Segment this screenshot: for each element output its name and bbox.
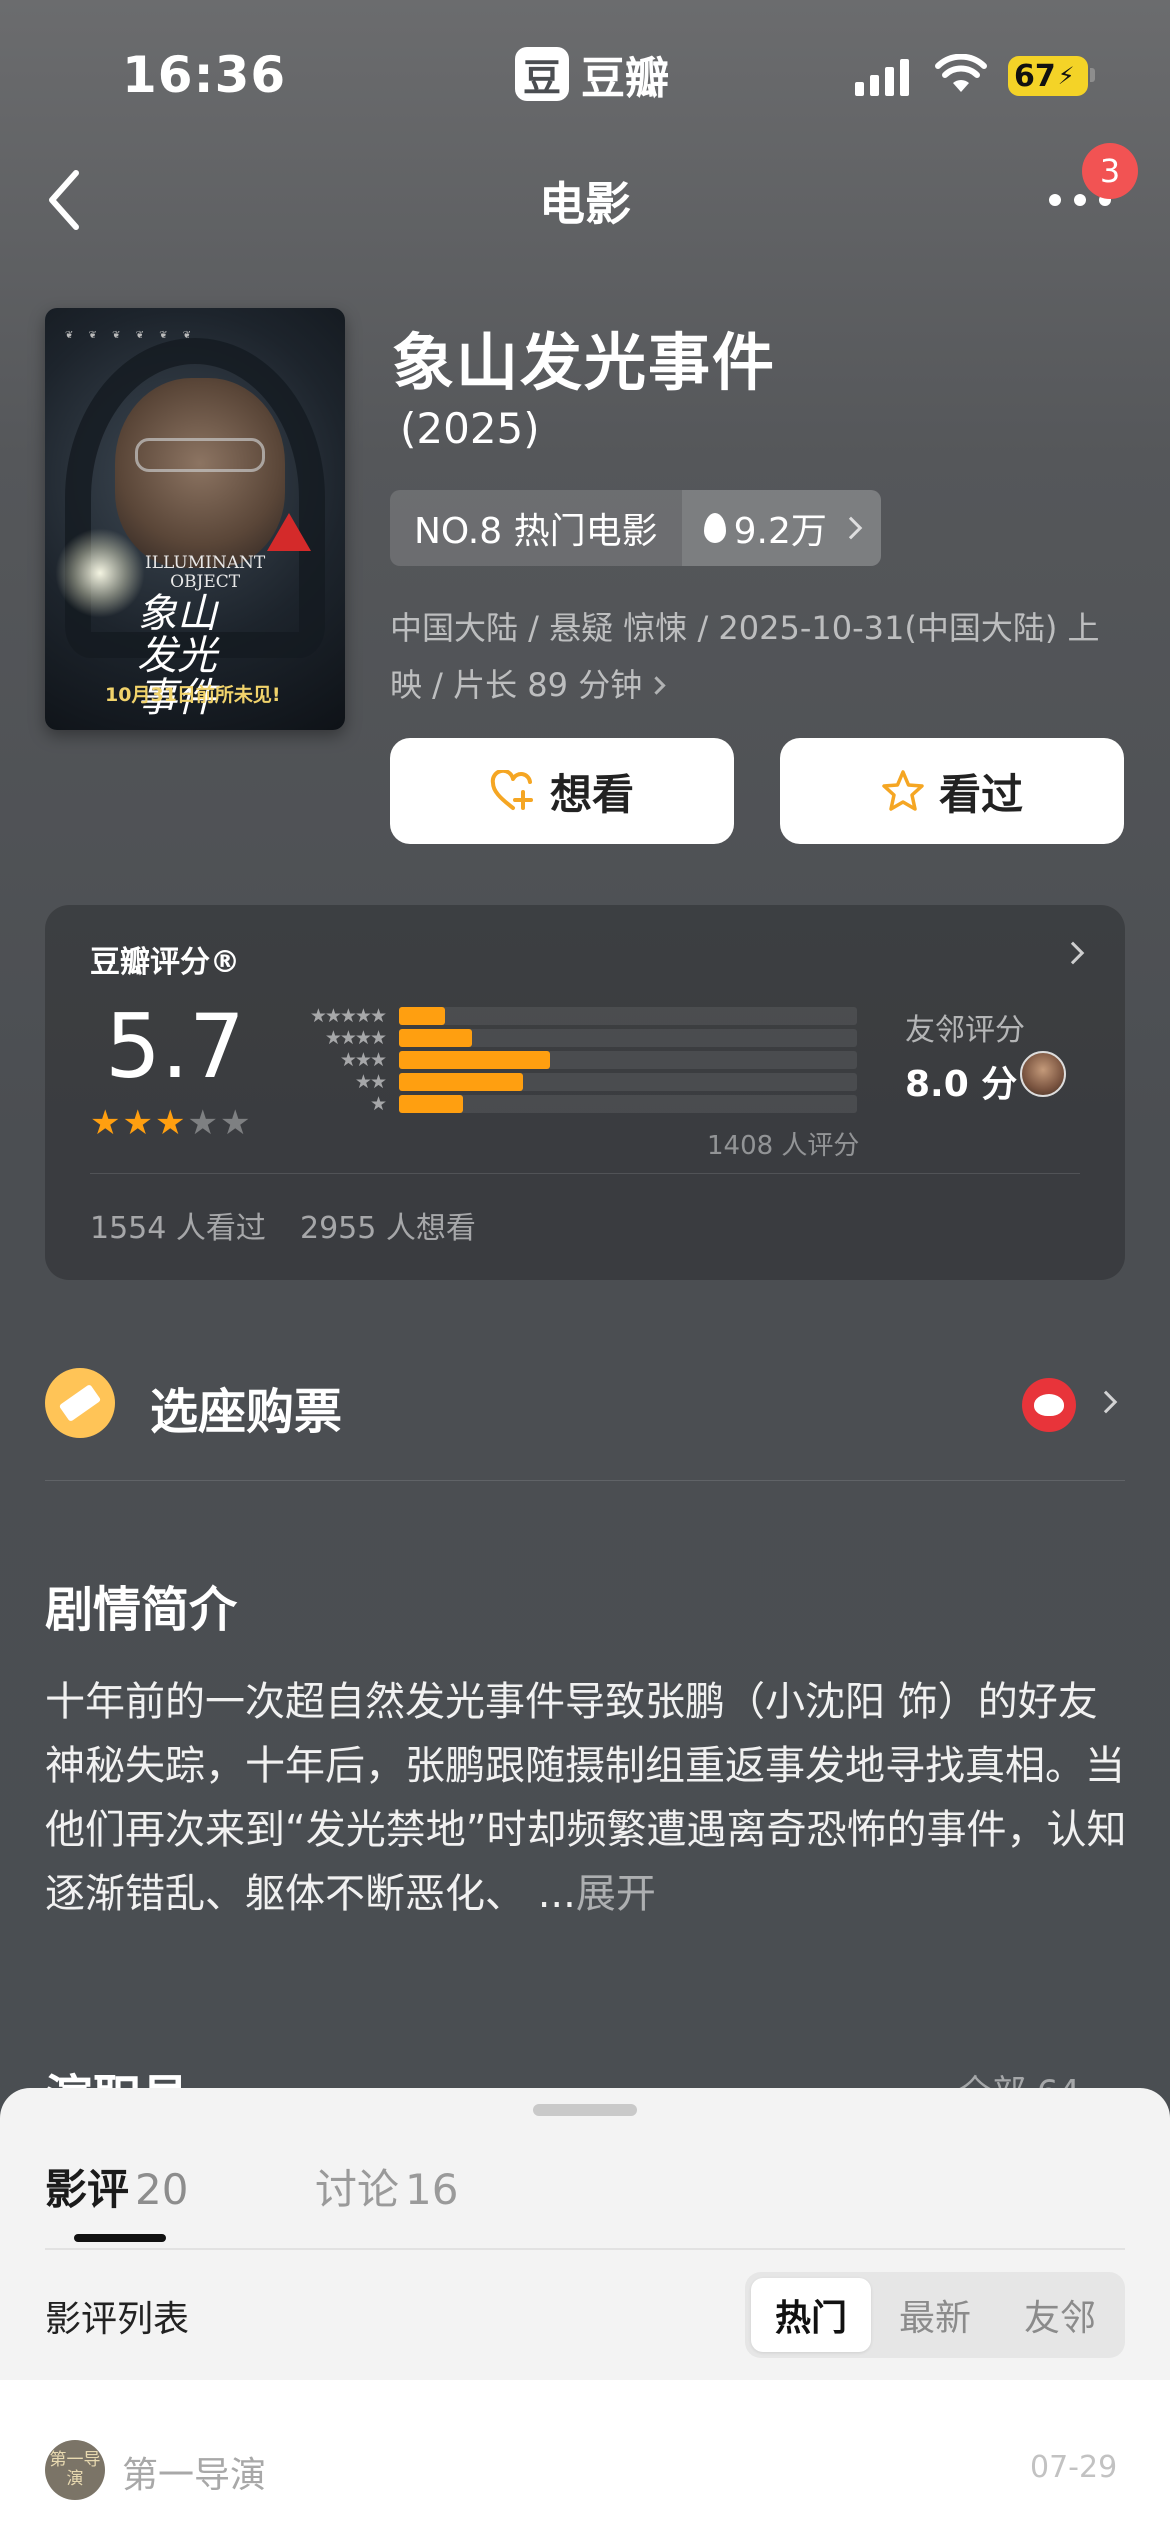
chevron-right-icon (647, 676, 666, 695)
tab-discussions[interactable]: 讨论 16 (315, 2156, 458, 2217)
notification-badge: 3 (1082, 143, 1138, 199)
movie-year: (2025) (400, 404, 540, 453)
app-indicator: 豆 豆瓣 (515, 42, 669, 106)
distribution-stars-4: ★★★★ (324, 1027, 387, 1049)
movie-poster[interactable]: ❦ ❦ ❦ ❦ ❦ ❦ ILLUMINANT OBJECT 象山发光事件 10月… (45, 308, 345, 730)
tab-discussions-label: 讨论 (315, 2165, 400, 2214)
rating-count: 1408 人评分 (707, 1131, 860, 1161)
heat-indicator: 9.2万 (681, 490, 881, 566)
tab-reviews-label: 影评 (45, 2165, 130, 2214)
poster-flashlight (55, 528, 145, 618)
star-empty-icon: ★ (187, 1103, 218, 1143)
expand-link[interactable]: 展开 (576, 1871, 656, 1917)
status-bar: 16:36 豆 豆瓣 67 ⚡ (0, 0, 1170, 150)
maoyan-cat-icon[interactable] (1022, 1378, 1076, 1432)
distribution-bar-2 (399, 1073, 523, 1091)
star-filled-icon: ★ (90, 1103, 121, 1143)
tab-reviews-count: 20 (135, 2165, 189, 2214)
distribution-bar-1 (399, 1095, 463, 1113)
star-filled-icon: ★ (154, 1103, 186, 1143)
distribution-track-5 (399, 1007, 857, 1025)
rank-label: NO.8 热门电影 (390, 490, 682, 566)
want-count[interactable]: 2955 人想看 (300, 1203, 476, 1247)
distribution-track-1 (399, 1095, 857, 1113)
sort-segmented-control: 热门 最新 友邻 (745, 2272, 1125, 2358)
ticket-icon[interactable] (45, 1368, 115, 1438)
rating-score: 5.7 (105, 995, 245, 1098)
star-outline-icon (882, 770, 924, 811)
distribution-bar-4 (399, 1029, 472, 1047)
app-name: 豆瓣 (581, 53, 669, 104)
distribution-track-3 (399, 1051, 857, 1069)
tab-reviews[interactable]: 影评 20 (45, 2156, 188, 2217)
want-label: 想看 (549, 769, 634, 819)
friend-rating-score: 8.0 分 (905, 1064, 1018, 1105)
flame-icon (703, 513, 726, 543)
cellular-signal-icon (855, 58, 909, 96)
friend-avatar[interactable] (1020, 1051, 1066, 1097)
warning-triangle-icon (267, 513, 311, 551)
heart-plus-icon (490, 770, 533, 810)
distribution-bar-5 (399, 1007, 445, 1025)
star-empty-icon: ★ (219, 1103, 251, 1143)
sort-friends[interactable]: 友邻 (1000, 2278, 1120, 2352)
watched-count[interactable]: 1554 人看过 (90, 1203, 266, 1247)
movie-detail-page: 16:36 豆 豆瓣 67 ⚡ 电影 3 ❦ ❦ ❦ ❦ ❦ ❦ ILLUMIN… (0, 0, 1170, 2532)
douban-logo-icon: 豆 (515, 47, 569, 101)
divider (90, 1173, 1080, 1174)
movie-meta[interactable]: 中国大陆 / 悬疑 惊悚 / 2025-10-31(中国大陆) 上映 / 片长 … (390, 600, 1130, 714)
reviews-sheet: 影评 20 讨论 16 影评列表 热门 最新 友邻 第一导演 第一导演 07-2… (0, 2088, 1170, 2532)
avatar[interactable]: 第一导演 (45, 2440, 105, 2500)
distribution-stars-1: ★ (369, 1093, 387, 1115)
poster-face (115, 378, 285, 568)
ranking-chip[interactable]: NO.8 热门电影 9.2万 (390, 490, 881, 566)
sheet-drag-handle[interactable] (533, 2104, 637, 2116)
poster-glasses (135, 438, 265, 472)
want-to-watch-button[interactable]: 想看 (390, 738, 734, 844)
review-list-label: 影评列表 (45, 2299, 190, 2340)
review-author[interactable]: 第一导演 (122, 2446, 266, 2498)
tab-discussions-count: 16 (405, 2165, 459, 2214)
synopsis-title: 剧情简介 (45, 1582, 238, 1638)
battery-icon: 67 ⚡ (1008, 56, 1088, 96)
seen-button[interactable]: 看过 (780, 738, 1124, 844)
distribution-bar-3 (399, 1051, 550, 1069)
sort-latest[interactable]: 最新 (875, 2278, 995, 2352)
review-date: 07-29 (1030, 2450, 1118, 2485)
distribution-track-2 (399, 1073, 857, 1091)
rating-stars: ★ ★ ★ ★ ★ (90, 1103, 250, 1143)
chevron-right-icon[interactable] (1094, 1390, 1118, 1414)
movie-meta-text: 中国大陆 / 悬疑 惊悚 / 2025-10-31(中国大陆) 上映 / 片长 … (390, 609, 1100, 704)
rating-card[interactable]: 豆瓣评分® 5.7 ★ ★ ★ ★ ★ ★★★★★ ★★★★ ★★★ ★★ ★ 1408 人评分… (45, 905, 1125, 1280)
chevron-right-icon (839, 516, 863, 540)
movie-title: 象山发光事件 (392, 326, 777, 399)
divider (45, 2248, 1125, 2250)
poster-release-text: 10月31日前所未见! (105, 684, 281, 706)
chevron-right-icon (1061, 941, 1085, 965)
distribution-stars-5: ★★★★★ (309, 1005, 387, 1027)
battery-tip (1090, 68, 1095, 82)
seen-label: 看过 (938, 769, 1023, 819)
distribution-track-4 (399, 1029, 857, 1047)
nav-title: 电影 (539, 177, 631, 231)
poster-title-en: ILLUMINANT OBJECT (145, 553, 266, 592)
distribution-stars-3: ★★★ (339, 1049, 387, 1071)
review-card[interactable]: 第一导演 第一导演 07-29 (0, 2380, 1170, 2532)
distribution-stars-2: ★★ (354, 1071, 387, 1093)
status-time: 16:36 (122, 46, 287, 104)
wifi-icon (935, 54, 987, 92)
star-filled-icon: ★ (122, 1103, 153, 1143)
divider (45, 1480, 1125, 1481)
active-tab-indicator (74, 2234, 166, 2242)
heat-value: 9.2万 (733, 511, 827, 552)
friend-rating-label: 友邻评分 (905, 1013, 1025, 1048)
synopsis-text: 十年前的一次超自然发光事件导致张鹏（小沈阳 饰）的好友神秘失踪，十年后，张鹏跟随… (45, 1670, 1130, 1926)
buy-ticket-label[interactable]: 选座购票 (150, 1372, 342, 1442)
sort-hot[interactable]: 热门 (751, 2278, 871, 2352)
rating-title: 豆瓣评分® (90, 945, 240, 980)
battery-level: 67 (1014, 58, 1056, 94)
